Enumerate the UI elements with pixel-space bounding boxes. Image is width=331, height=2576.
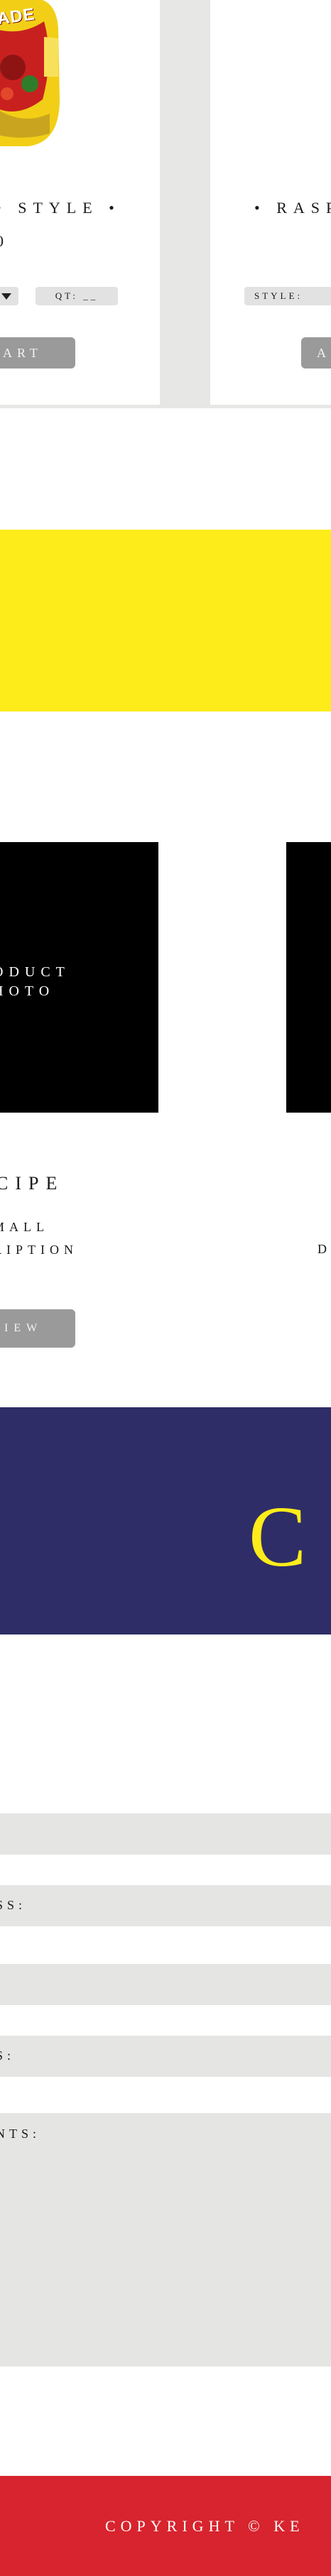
product-price: 0 xyxy=(0,232,6,251)
product-section: ADE • STYLE • 0 QT: __ ART • RASP STYLE:… xyxy=(0,0,331,408)
email-field[interactable]: S: xyxy=(0,2036,331,2077)
yellow-banner xyxy=(0,530,331,711)
product-title: • RASP xyxy=(254,199,331,217)
product-card: • RASP STYLE: A xyxy=(210,0,331,405)
recipe-description: D xyxy=(318,1242,331,1256)
page: ADE • STYLE • 0 QT: __ ART • RASP STYLE:… xyxy=(0,0,331,2576)
quantity-field[interactable]: QT: __ xyxy=(36,287,118,305)
style-select[interactable] xyxy=(0,287,18,305)
salsa-jar-image: ADE xyxy=(0,0,67,148)
contact-banner: C xyxy=(0,1407,331,1634)
add-to-cart-button[interactable]: A xyxy=(301,337,331,369)
city-field[interactable] xyxy=(0,1964,331,2005)
add-to-cart-button[interactable]: ART xyxy=(0,337,75,369)
recipe-photo-placeholder: ODUCT HOTO xyxy=(0,842,158,1113)
address-field[interactable]: SS: xyxy=(0,1885,331,1926)
style-select[interactable]: STYLE: xyxy=(244,287,331,305)
view-recipe-button[interactable]: IEW xyxy=(0,1309,75,1348)
comments-textarea[interactable]: NTS: xyxy=(0,2113,331,2367)
recipe-photo-placeholder xyxy=(286,842,331,1113)
email-field-label: S: xyxy=(0,2048,16,2063)
recipe-description: MALL RIPTION xyxy=(0,1220,78,1257)
copyright-text: COPYRIGHT © KE xyxy=(105,2517,305,2535)
name-field[interactable] xyxy=(0,1813,331,1855)
product-card: ADE • STYLE • 0 QT: __ ART xyxy=(0,0,160,405)
address-field-label: SS: xyxy=(0,1898,27,1912)
dropdown-arrow-icon xyxy=(1,293,11,300)
comments-field-label: NTS: xyxy=(0,2127,41,2141)
footer: COPYRIGHT © KE xyxy=(0,2476,331,2576)
photo-placeholder-label: ODUCT HOTO xyxy=(0,964,70,999)
contact-heading: C xyxy=(249,1489,307,1585)
product-title: • STYLE • xyxy=(0,199,121,217)
recipe-title: CIPE xyxy=(0,1173,65,1194)
